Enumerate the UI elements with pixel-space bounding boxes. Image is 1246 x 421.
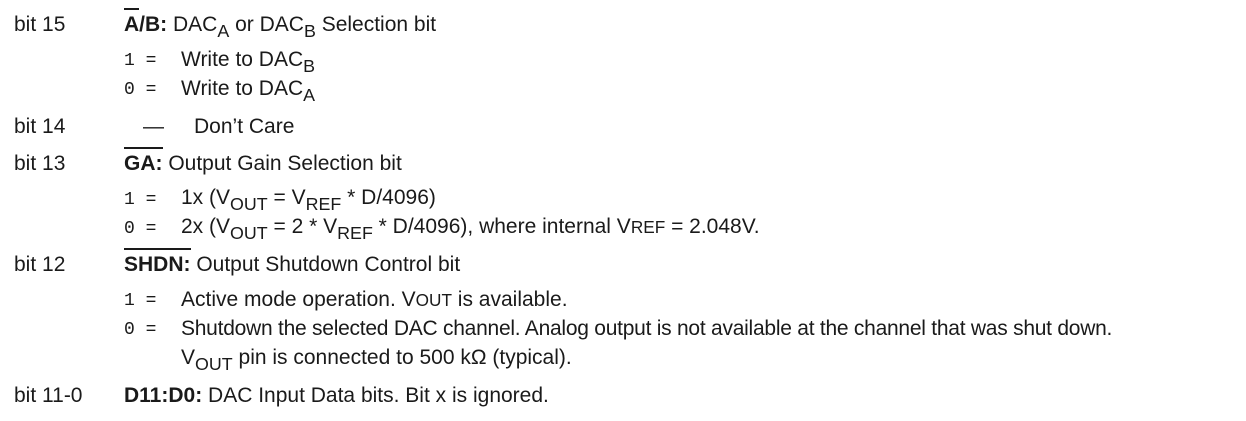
bit13-opt1-desc: 1x (VOUT = VREF * D/4096) [181, 186, 436, 215]
bit12-opt0-desc-line1: Shutdown the selected DAC channel. Analo… [181, 317, 1113, 340]
register-bit-descriptions: bit 15 A/B: DACA or DACB Selection bit 1… [0, 0, 1246, 421]
bit15-opt0-desc: Write to DACA [181, 77, 316, 106]
bit12-opt0-code: 0 = [124, 320, 157, 340]
bit14-dash: — [143, 115, 164, 138]
bit11-0-heading: D11:D0: DAC Input Data bits. Bit x is ig… [124, 384, 549, 407]
bit14-desc: Don’t Care [194, 115, 295, 138]
bit15-label: bit 15 [14, 13, 66, 36]
bit11-0-label: bit 11-0 [14, 384, 83, 407]
bit13-label: bit 13 [14, 152, 66, 175]
bit15-opt1-desc: Write to DACB [181, 48, 316, 77]
bit12-name-overbar: SHDN: [124, 248, 191, 276]
bit15-opt0-code: 0 = [124, 80, 157, 100]
bit12-heading: SHDN: Output Shutdown Control bit [124, 248, 461, 276]
bit12-opt1-desc: Active mode operation. VOUT is available… [181, 288, 568, 311]
bit13-name-overbar: GA: [124, 147, 163, 175]
bit15-heading: A/B: DACA or DACB Selection bit [124, 8, 437, 42]
bit15-opt1-code: 1 = [124, 51, 157, 71]
bit14-label: bit 14 [14, 115, 66, 138]
bit12-label: bit 12 [14, 253, 66, 276]
bit15-name-overbar: A [124, 8, 140, 36]
bit12-opt1-code: 1 = [124, 291, 157, 311]
bit13-heading: GA: Output Gain Selection bit [124, 147, 402, 175]
bit13-opt0-code: 0 = [124, 219, 157, 239]
bit12-opt0-desc-line2: VOUT pin is connected to 500 kΩ (typical… [181, 346, 572, 375]
bit13-opt0-desc: 2x (VOUT = 2 * VREF * D/4096), where int… [181, 215, 760, 244]
bit13-opt1-code: 1 = [124, 190, 157, 210]
